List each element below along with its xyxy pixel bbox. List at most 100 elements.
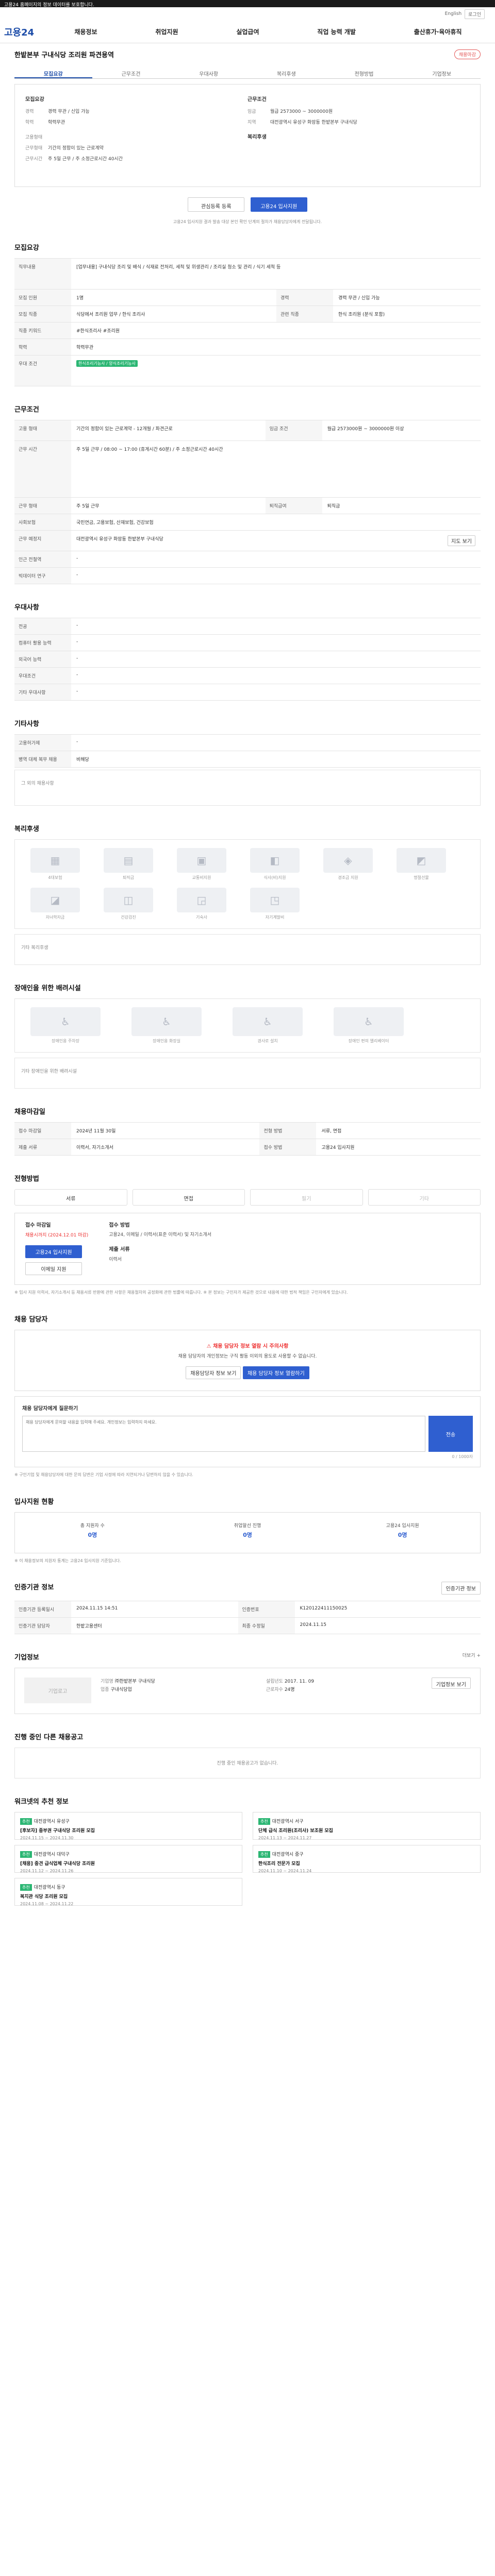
row-value: 2024.11.15 14:51 — [71, 1601, 238, 1618]
contact-view-button[interactable]: 채용 담당자 정보 열람하기 — [242, 1366, 309, 1380]
welfare-label: 기숙사 — [195, 915, 208, 920]
row-key: 인증기관 등록일시 — [14, 1601, 71, 1618]
map-button[interactable]: 지도 보기 — [448, 535, 475, 546]
language-link[interactable]: English — [445, 11, 462, 16]
gnb-menu-item[interactable]: 실업급여 — [233, 27, 262, 36]
summary-key: 학력 — [25, 120, 34, 125]
welfare-label: 자기계발비 — [265, 915, 285, 920]
gnb-menu-item[interactable]: 취업지원 — [152, 27, 181, 36]
apply-button[interactable]: 고용24 입사지원 — [250, 197, 307, 212]
stat-item: 취업알선 진행 0명 — [170, 1513, 325, 1553]
section-tabs: 모집요강 근무조건 우대사항 복리후생 전형방법 기업정보 — [14, 66, 481, 79]
org-info-button[interactable]: 인증기관 정보 — [441, 1582, 481, 1595]
row-key: 접수 방법 — [259, 1139, 317, 1156]
row-key: 사회보험 — [14, 514, 71, 531]
row-value: 한밭고용센터 — [71, 1617, 238, 1635]
row-key: 접수 마감일 — [14, 1122, 71, 1139]
gnb-menu-item[interactable]: 채용정보 — [71, 27, 100, 36]
welfare-label: 자녀학자금 — [45, 915, 65, 920]
email-apply-button[interactable]: 이메일 지원 — [25, 1262, 82, 1275]
ad-item[interactable]: 추천 대전광역시 동구 복지관 식당 조리원 모집 2024.11.08 ~ 2024… — [14, 1878, 242, 1906]
summary-value: 경력 무관 / 신입 가능 — [48, 109, 90, 114]
row-key: 전공 — [14, 618, 71, 635]
site-logo[interactable]: 고용24 — [4, 25, 45, 39]
row-key: 인증번호 — [238, 1601, 295, 1618]
table-row: 병역 대체 복무 채용 비해당 — [14, 751, 481, 768]
summary-key: 근무형태 — [25, 146, 43, 151]
table-row: 제출 서류 이력서, 자기소개서 접수 방법 고용24 입사지원 — [14, 1139, 481, 1156]
ad-title: 복지관 식당 조리원 모집 — [20, 1894, 68, 1900]
summary-value: 학력무관 — [48, 120, 65, 125]
stat-value: 0명 — [88, 1531, 97, 1538]
facility-icon: ♿ — [233, 1007, 303, 1036]
section-title-similar: 진행 중인 다른 채용공고 — [14, 1734, 84, 1742]
tab-work[interactable]: 근무조건 — [92, 66, 170, 78]
welfare-item: ◈ 경조금 지원 — [323, 848, 373, 880]
login-button[interactable]: 로그인 — [465, 9, 485, 19]
docs-text2: 이력서 — [109, 1257, 122, 1263]
section-title-recruit: 모집요강 — [14, 244, 39, 252]
ad-item[interactable]: 추천 대전광역시 대덕구 [채용] 중견 급식업체 구내식당 조리원 2024.11.… — [14, 1845, 242, 1873]
summary-value: 주 5일 근무 / 주 소정근로시간 40시간 — [48, 157, 123, 162]
facility-label: 경사로 설치 — [257, 1039, 278, 1043]
ad-item[interactable]: 추천 대전광역시 중구 한식조리 전문가 모집 2024.11.10 ~ 2024.1… — [253, 1845, 481, 1873]
table-row: 모집 직종 식당에서 조리원 업무 / 한식 조리사 관련 직종 한식 조리원 (분식… — [14, 306, 481, 323]
corp-box: 기업로고 기업명 ㈜한밭본부 구내식당 업종 구내식당업 설립년도 2017. … — [14, 1668, 481, 1715]
welfare-item: ◧ 식사(비)지원 — [250, 848, 300, 880]
summary-key: 임금 — [248, 109, 256, 114]
ad-item[interactable]: 추천 대전광역시 유성구 [후보자] 중부권 구내식당 조리원 모집 2024.11.… — [14, 1812, 242, 1840]
tab-pref[interactable]: 우대사항 — [170, 66, 248, 78]
row-value: 한식조리기능사 / 양식조리기능사 — [71, 355, 481, 386]
row-value: - — [71, 551, 481, 568]
contact-info-button[interactable]: 채용담당자 정보 보기 — [186, 1366, 241, 1380]
gnb-menu-item[interactable]: 출산휴가·육아휴직 — [411, 27, 465, 36]
table-row: 접수 마감일 2024년 11월 30일 전형 방법 서류, 면접 — [14, 1122, 481, 1139]
welfare-icon: ◳ — [250, 888, 300, 912]
question-send-button[interactable]: 전송 — [428, 1416, 473, 1452]
ad-badge: 추천 — [20, 1851, 32, 1858]
apply-note: 고용24 입사지원 결과 발송 대상 본인 확인 단계의 절차가 채용담당자에게… — [173, 219, 322, 224]
ad-badge: 추천 — [20, 1818, 32, 1825]
corp-value: 구내식당업 — [110, 1687, 132, 1693]
table-row: 인증기관 담당자 한밭고용센터 최종 수정일 2024.11.15 — [14, 1617, 481, 1635]
summary-value: 기간의 정함이 있는 근로계약 — [48, 146, 104, 151]
facility-item: ♿ 장애인용 화장실 — [131, 1007, 202, 1044]
table-row: 빅데이터 연구 - — [14, 567, 481, 584]
pref-tag: 한식조리기능사 / 양식조리기능사 — [76, 360, 138, 367]
gnb-menu-item[interactable]: 직업 능력 개발 — [314, 27, 359, 36]
row-value: 2024.11.15 — [294, 1617, 481, 1635]
stat-item: 총 지원자 수 0명 — [15, 1513, 170, 1553]
corp-info-button[interactable]: 기업정보 보기 — [431, 1677, 471, 1689]
row-key: 기타 우대사항 — [14, 684, 71, 701]
status-badge: 채용마감 — [454, 49, 481, 59]
section-title-contact: 채용 담당자 — [14, 1315, 48, 1324]
welfare-label: 식사(비)지원 — [263, 875, 286, 880]
title-row: 한밭본부 구내식당 조리원 파견용역 채용마감 — [14, 49, 481, 59]
row-value: - — [71, 634, 481, 651]
row-key: 근무 시간 — [14, 440, 71, 498]
tab-process[interactable]: 전형방법 — [325, 66, 403, 78]
table-row: 학력 학력무관 — [14, 338, 481, 355]
row-key: 최종 수정일 — [238, 1617, 295, 1635]
table-row: 인증기관 등록일시 2024.11.15 14:51 인증번호 K1201224111… — [14, 1601, 481, 1618]
row-key: 근무 예정지 — [14, 530, 71, 551]
row-key: 고용허가제 — [14, 734, 71, 751]
welfare-label: 명절선물 — [414, 875, 429, 880]
ad-org: 대전광역시 동구 — [34, 1885, 65, 1891]
scrap-button[interactable]: 관심등록 등록 — [188, 197, 245, 212]
corp-more-link[interactable]: 더보기 + — [463, 1652, 481, 1662]
welfare-label: 경조금 지원 — [338, 875, 358, 880]
ad-item[interactable]: 추천 대전광역시 서구 단체 급식 조리원(조리사) 보조원 모집 2024.11.1… — [253, 1812, 481, 1840]
row-key: 학력 — [14, 338, 71, 355]
stats-note: ※ 이 채용정보의 지원자 통계는 고용24 입사지원 기준입니다. — [14, 1558, 121, 1563]
apply-button-2[interactable]: 고용24 입사지원 — [25, 1245, 82, 1258]
tab-corp[interactable]: 기업정보 — [403, 66, 481, 78]
row-key: 전형 방법 — [259, 1122, 317, 1139]
contact-text: 채용 담당자의 개인정보는 구직 활동 이외의 용도로 사용할 수 없습니다. — [178, 1353, 317, 1359]
tab-recruit[interactable]: 모집요강 — [14, 66, 92, 78]
welfare-item: ◳ 자기계발비 — [250, 888, 300, 920]
question-input[interactable] — [22, 1416, 425, 1452]
tab-welfare[interactable]: 복리후생 — [248, 66, 325, 78]
table-row: 컴퓨터 활용 능력 - — [14, 634, 481, 651]
work-location: 대전광역시 유성구 화암동 한밭본부 구내식당 — [76, 537, 163, 542]
